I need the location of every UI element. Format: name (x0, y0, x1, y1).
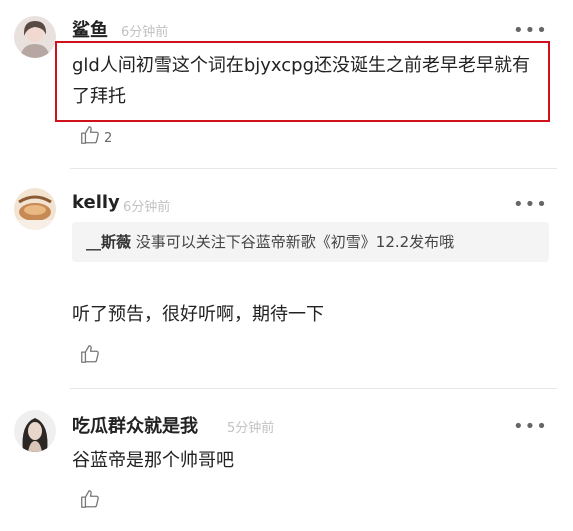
username[interactable]: 吃瓜群众就是我 (72, 412, 198, 438)
thumbs-up-icon (81, 126, 99, 144)
divider (70, 388, 557, 389)
comment-text: 谷蓝帝是那个帅哥吧 (72, 450, 234, 471)
quoted-text: 没事可以关注下谷蓝帝新歌《初雪》12.2发布哦 (131, 233, 455, 251)
timestamp: 6分钟前 (123, 200, 171, 215)
thumbs-up-icon (81, 490, 99, 508)
comment-item: 吃瓜群众就是我 5分钟前 ••• 谷蓝帝是那个帅哥吧 (0, 390, 573, 531)
username[interactable]: kelly (72, 192, 120, 213)
quoted-reply[interactable]: __斯薇 没事可以关注下谷蓝帝新歌《初雪》12.2发布哦 (72, 222, 549, 262)
timestamp: 6分钟前 (121, 25, 169, 40)
comment-item: kelly 6分钟前 ••• __斯薇 没事可以关注下谷蓝帝新歌《初雪》12.2… (0, 170, 573, 390)
like-button[interactable] (79, 488, 101, 510)
like-count: 2 (104, 131, 113, 146)
divider (70, 168, 557, 169)
comment-text: gld人间初雪这个词在bjyxcpg还没诞生之前老早老早就有了拜托 (72, 55, 531, 107)
like-button[interactable] (79, 343, 101, 365)
more-options-icon[interactable]: ••• (513, 418, 547, 436)
more-options-icon[interactable]: ••• (513, 22, 547, 40)
username[interactable]: 鲨鱼 (72, 16, 108, 42)
comment-item: 鲨鱼 6分钟前 ••• gld人间初雪这个词在bjyxcpg还没诞生之前老早老早… (0, 0, 573, 170)
avatar[interactable] (14, 16, 56, 58)
avatar[interactable] (14, 188, 56, 230)
more-options-icon[interactable]: ••• (513, 196, 547, 214)
timestamp: 5分钟前 (227, 421, 275, 436)
thumbs-up-icon (81, 345, 99, 363)
quoted-username[interactable]: __斯薇 (86, 233, 131, 251)
avatar[interactable] (14, 410, 56, 452)
like-button[interactable]: 2 (79, 124, 112, 146)
comment-text: 听了预告，很好听啊，期待一下 (72, 304, 324, 325)
